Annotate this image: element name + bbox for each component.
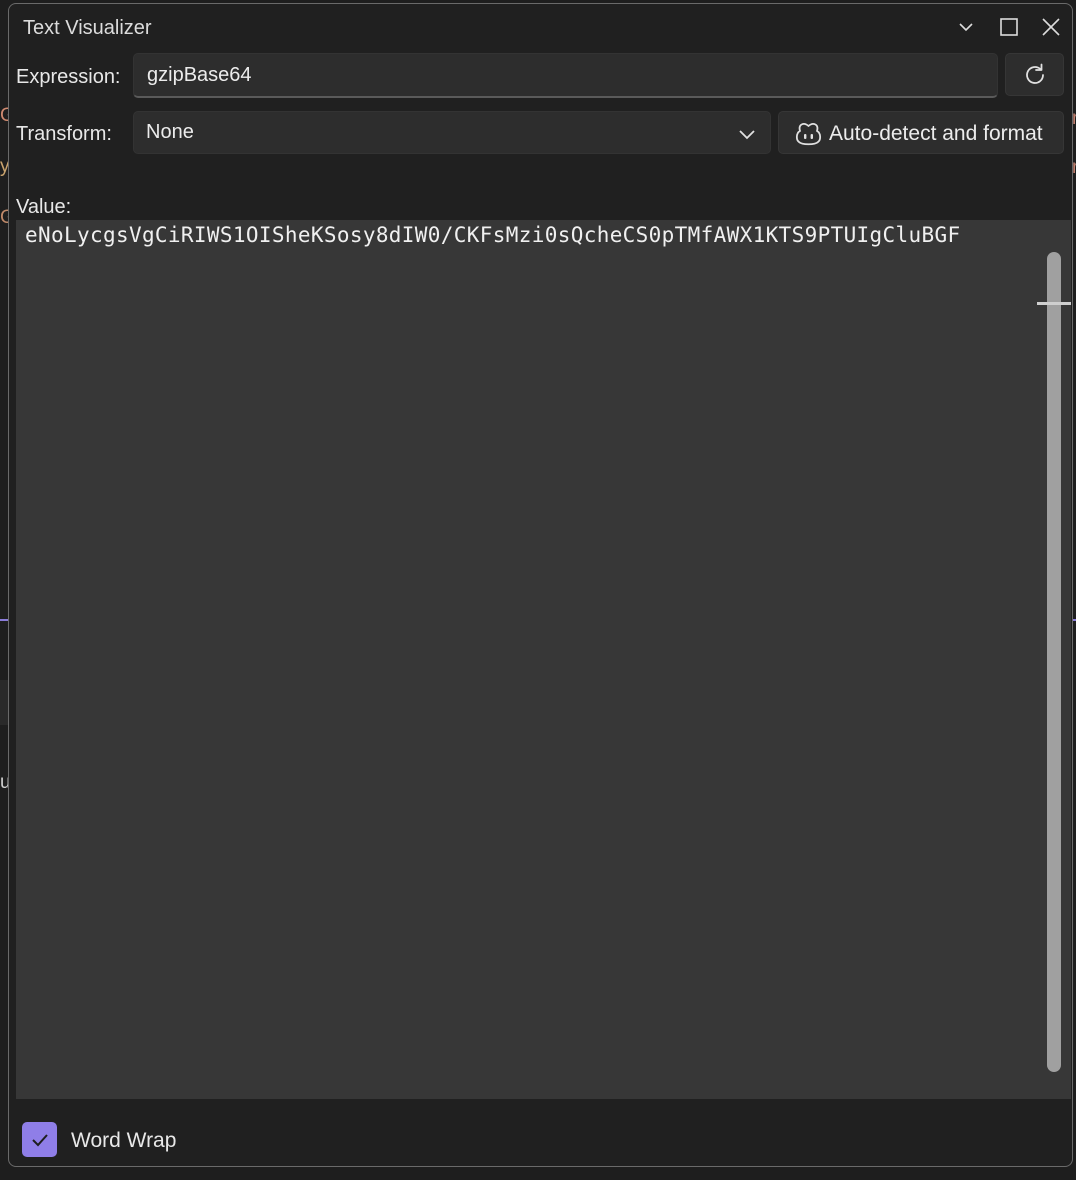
expression-value: gzipBase64 <box>147 64 252 86</box>
copilot-icon <box>795 123 822 146</box>
close-icon <box>1042 18 1060 36</box>
transform-label: Transform: <box>16 123 112 145</box>
window-title: Text Visualizer <box>23 17 152 39</box>
expression-label: Expression: <box>16 66 121 88</box>
value-textarea[interactable]: eNoLycgsVgCiRIWS1OISheKSosy8dIW0/CKFsMzi… <box>16 220 1071 1099</box>
expression-input[interactable]: gzipBase64 <box>133 53 998 98</box>
vertical-scrollbar[interactable] <box>1047 252 1061 1072</box>
refresh-icon <box>1025 63 1044 84</box>
transform-dropdown[interactable]: None <box>133 111 771 154</box>
maximize-icon <box>1000 18 1018 36</box>
word-wrap-label: Word Wrap <box>71 1129 177 1152</box>
transform-selected: None <box>146 121 194 143</box>
background-panel <box>0 680 8 725</box>
value-text: eNoLycgsVgCiRIWS1OISheKSosy8dIW0/CKFsMzi… <box>25 223 961 247</box>
maximize-button[interactable] <box>992 10 1026 44</box>
title-bar: Text Visualizer <box>9 4 1072 50</box>
collapse-button[interactable] <box>949 10 983 44</box>
chevron-down-icon <box>739 130 755 140</box>
chevron-down-icon <box>959 23 973 32</box>
auto-detect-button[interactable]: Auto-detect and format <box>778 111 1064 154</box>
checkmark-icon <box>31 1133 48 1146</box>
value-label: Value: <box>16 196 72 218</box>
text-visualizer-window: Text Visualizer Expression: gzipBase64 T… <box>8 3 1073 1167</box>
word-wrap-checkbox[interactable] <box>22 1122 57 1157</box>
background-divider <box>0 619 8 621</box>
scroll-position-marker <box>1037 302 1071 305</box>
close-button[interactable] <box>1034 10 1068 44</box>
refresh-button[interactable] <box>1005 53 1064 96</box>
auto-detect-label: Auto-detect and format <box>829 122 1043 145</box>
